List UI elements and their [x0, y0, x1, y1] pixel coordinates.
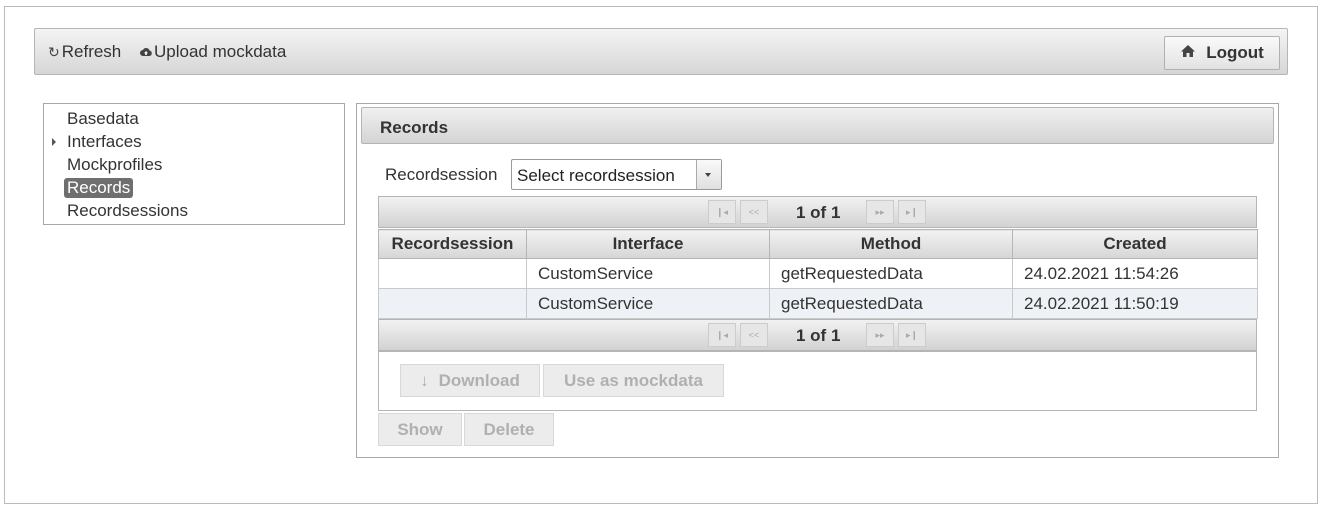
- recordsession-select[interactable]: Select recordsession: [511, 159, 722, 190]
- last-page-icon[interactable]: ▸❙: [898, 323, 926, 347]
- column-header[interactable]: Created: [1012, 229, 1258, 259]
- cell-method: getRequestedData: [769, 288, 1013, 319]
- first-page-icon[interactable]: ❙◂: [708, 200, 736, 224]
- column-header[interactable]: Recordsession: [378, 229, 527, 259]
- pager-info: 1 of 1: [796, 203, 841, 222]
- cell-recordsession: [378, 258, 527, 289]
- recordsession-select-value: Select recordsession: [517, 166, 675, 185]
- pager-bottom: ❙◂ << 1 of 1 ▸▸ ▸❙: [378, 319, 1257, 351]
- download-button[interactable]: ↓ Download: [400, 364, 540, 397]
- logout-label: Logout: [1206, 43, 1264, 62]
- pager-info: 1 of 1: [796, 326, 841, 345]
- recordsession-label: Recordsession: [385, 165, 498, 184]
- pager-top: ❙◂ << 1 of 1 ▸▸ ▸❙: [378, 196, 1257, 228]
- last-page-icon[interactable]: ▸❙: [898, 200, 926, 224]
- nav-item-records[interactable]: Records: [64, 178, 134, 198]
- column-header[interactable]: Interface: [526, 229, 770, 259]
- table-row[interactable]: CustomService getRequestedData 24.02.202…: [378, 258, 1258, 289]
- arrow-down-icon: ↓: [420, 370, 429, 390]
- nav-item-interfaces[interactable]: Interfaces: [64, 132, 145, 152]
- top-toolbar: ↻ Refresh Upload mockdata Logout: [34, 28, 1288, 75]
- cell-method: getRequestedData: [769, 258, 1013, 289]
- cell-interface: CustomService: [526, 288, 770, 319]
- sidebar-nav: Basedata Interfaces Mockprofiles Records…: [43, 103, 345, 225]
- cell-created: 24.02.2021 11:50:19: [1012, 288, 1258, 319]
- column-header[interactable]: Method: [769, 229, 1013, 259]
- prev-page-icon[interactable]: <<: [740, 323, 768, 347]
- cell-recordsession: [378, 288, 527, 319]
- next-page-icon[interactable]: ▸▸: [866, 200, 894, 224]
- download-label: Download: [438, 370, 520, 390]
- records-table: Recordsession Interface Method Created C…: [378, 229, 1258, 319]
- first-page-icon[interactable]: ❙◂: [708, 323, 736, 347]
- cell-created: 24.02.2021 11:54:26: [1012, 258, 1258, 289]
- nav-item-recordsessions[interactable]: Recordsessions: [64, 201, 191, 221]
- delete-button[interactable]: Delete: [464, 413, 554, 446]
- prev-page-icon[interactable]: <<: [740, 200, 768, 224]
- nav-item-mockprofiles[interactable]: Mockprofiles: [64, 155, 165, 175]
- refresh-icon: ↻: [48, 43, 60, 60]
- upload-mockdata-label: Upload mockdata: [154, 42, 287, 61]
- table-row[interactable]: CustomService getRequestedData 24.02.202…: [378, 288, 1258, 319]
- record-actions: ↓ Download Use as mockdata: [378, 351, 1257, 411]
- records-panel: Records Recordsession Select recordsessi…: [356, 103, 1279, 458]
- panel-title: Records: [361, 107, 1274, 144]
- next-page-icon[interactable]: ▸▸: [866, 323, 894, 347]
- logout-button[interactable]: Logout: [1164, 36, 1280, 70]
- refresh-button[interactable]: ↻ Refresh: [48, 42, 121, 62]
- home-icon: [1180, 43, 1206, 63]
- cloud-upload-icon: [140, 44, 152, 60]
- show-button[interactable]: Show: [378, 413, 462, 446]
- expand-arrow-icon[interactable]: [52, 138, 56, 146]
- cell-interface: CustomService: [526, 258, 770, 289]
- use-as-mockdata-button[interactable]: Use as mockdata: [543, 364, 724, 397]
- upload-mockdata-button[interactable]: Upload mockdata: [140, 42, 286, 62]
- nav-item-basedata[interactable]: Basedata: [64, 109, 142, 129]
- refresh-label: Refresh: [61, 42, 122, 61]
- chevron-down-icon[interactable]: [696, 160, 721, 189]
